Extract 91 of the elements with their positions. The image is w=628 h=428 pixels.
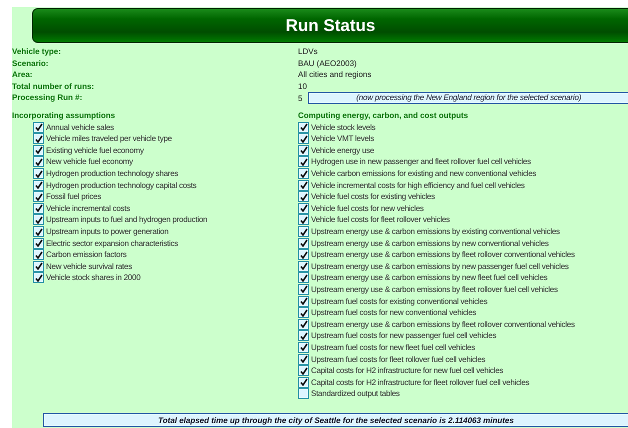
checkbox-label: Upstream fuel costs for new fleet fuel cell vehicles [311, 342, 475, 352]
checkbox[interactable] [298, 272, 309, 284]
checkbox[interactable] [33, 214, 44, 226]
checkbox[interactable] [298, 376, 309, 388]
checkbox-label: Fossil fuel prices [46, 192, 102, 202]
field-label: Area: [12, 69, 34, 81]
checkbox-label: Upstream fuel costs for existing conventional vehicles [311, 296, 488, 306]
checkbox-label: Upstream fuel costs for new conventional vehicles [311, 308, 476, 318]
checkbox[interactable] [298, 354, 309, 365]
checkbox[interactable] [298, 388, 309, 400]
checkbox[interactable] [33, 272, 44, 284]
checkbox[interactable] [298, 168, 309, 180]
checkbox[interactable] [298, 284, 309, 295]
checkbox[interactable] [298, 156, 309, 168]
checkbox-label: Electric sector expansion characteristics [46, 238, 178, 248]
checkbox[interactable] [298, 330, 309, 342]
checkbox-label: Vehicle VMT levels [311, 134, 374, 144]
status-message: (now processing the New England region for the selected scenario) [308, 92, 628, 104]
checkbox[interactable] [33, 202, 44, 214]
checkbox[interactable] [33, 122, 44, 133]
checkbox-label: Hydrogen production technology shares [46, 169, 178, 178]
checkbox-label: Upstream inputs to power generation [46, 227, 168, 236]
checkbox[interactable] [298, 191, 309, 202]
field-value: 10 [298, 80, 308, 92]
checkbox-label: Hydrogen use in new passenger and fleet rollover fuel cell vehicles [311, 157, 531, 166]
field-value: All cities and regions [298, 69, 372, 81]
checkbox-label: New vehicle fuel economy [46, 157, 133, 166]
checkbox[interactable] [298, 249, 309, 260]
checkbox-label: Vehicle incremental costs [46, 204, 130, 213]
checkbox-label: Vehicle fuel costs for new vehicles [311, 204, 424, 213]
checkbox-label: Standardized output tables [311, 389, 400, 398]
checkbox-label: Vehicle fuel costs for existing vehicles [311, 192, 435, 202]
checkbox-label: Carbon emission factors [46, 250, 127, 260]
checkbox-label: Upstream energy use & carbon emissions by fleet rollover conventional vehicles [311, 250, 575, 260]
section-heading: Incorporating assumptions [12, 110, 116, 122]
field-label: Scenario: [12, 58, 50, 70]
section-heading: Computing energy, carbon, and cost outputs [298, 110, 470, 122]
checkbox-label: Vehicle fuel costs for fleet rollover vehicles [311, 215, 450, 224]
checkbox[interactable] [298, 365, 309, 376]
checkbox[interactable] [33, 144, 44, 156]
checkbox-label: Vehicle incremental costs for high efficiency and fuel cell vehicles [311, 180, 525, 190]
title-banner: Run Status [32, 8, 628, 43]
elapsed-time-message: Total elapsed time up through the city of Seattle for the selected scenario is 2.114063 minutes [43, 413, 628, 427]
checkbox-label: Hydrogen production technology capital costs [46, 180, 196, 190]
checkbox[interactable] [33, 168, 44, 180]
checkbox[interactable] [298, 180, 309, 191]
field-value: LDVs [298, 46, 319, 58]
field-label: Vehicle type: [12, 46, 62, 58]
checkbox[interactable] [33, 226, 44, 238]
checkbox-label: Vehicle stock levels [311, 122, 376, 132]
checkbox-label: Vehicle stock shares in 2000 [46, 273, 140, 282]
checkbox-label: Capital costs for H2 infrastructure for new fuel cell vehicles [311, 366, 504, 376]
checkbox[interactable] [33, 191, 44, 202]
checkbox-label: Existing vehicle fuel economy [46, 146, 144, 155]
checkbox[interactable] [298, 342, 309, 353]
checkbox-label: Upstream fuel costs for new passenger fuel cell vehicles [311, 331, 496, 340]
checkbox-label: Upstream energy use & carbon emissions by fleet rollover fuel cell vehicles [311, 284, 558, 294]
checkbox-label: Annual vehicle sales [46, 122, 114, 132]
checkbox[interactable] [298, 318, 309, 330]
checkbox[interactable] [298, 122, 309, 133]
checkbox-label: Upstream energy use & carbon emissions by new passenger fuel cell vehicles [311, 262, 569, 271]
checkbox[interactable] [298, 260, 309, 272]
field-label: Total number of runs: [12, 80, 96, 92]
checkbox-label: Capital costs for H2 infrastructure for fleet rollover fuel cell vehicles [311, 378, 530, 387]
checkbox-label: Upstream inputs to fuel and hydrogen production [46, 215, 208, 224]
checkbox-label: Upstream energy use & carbon emissions by new fleet fuel cell vehicles [311, 273, 548, 282]
checkbox-label: Upstream fuel costs for fleet rollover fuel cell vehicles [311, 354, 486, 364]
checkbox[interactable] [33, 260, 44, 272]
checkbox[interactable] [33, 180, 44, 191]
checkbox[interactable] [298, 144, 309, 156]
checkbox[interactable] [33, 249, 44, 260]
checkbox[interactable] [298, 214, 309, 226]
checkbox[interactable] [33, 133, 44, 144]
field-value: 5 [298, 92, 302, 104]
checkbox[interactable] [33, 238, 44, 249]
checkbox[interactable] [298, 226, 309, 238]
checkbox-label: Upstream energy use & carbon emissions by existing conventional vehicles [311, 227, 560, 236]
checkbox[interactable] [298, 238, 309, 249]
field-label: Processing Run #: [12, 92, 84, 104]
checkbox[interactable] [298, 133, 309, 144]
checkbox[interactable] [298, 296, 309, 307]
checkbox-label: Vehicle miles traveled per vehicle type [46, 134, 172, 144]
checkbox[interactable] [298, 307, 309, 318]
checkbox-label: Vehicle carbon emissions for existing and new conventional vehicles [311, 169, 536, 178]
checkbox[interactable] [33, 156, 44, 168]
field-value: BAU (AEO2003) [298, 58, 358, 70]
checkbox-label: Upstream energy use & carbon emissions by fleet rollover conventional vehicles [311, 320, 575, 329]
checkbox-label: Upstream energy use & carbon emissions by new conventional vehicles [311, 238, 549, 248]
checkbox[interactable] [298, 202, 309, 214]
checkbox-label: Vehicle energy use [311, 146, 374, 155]
checkbox-label: New vehicle survival rates [46, 262, 132, 271]
